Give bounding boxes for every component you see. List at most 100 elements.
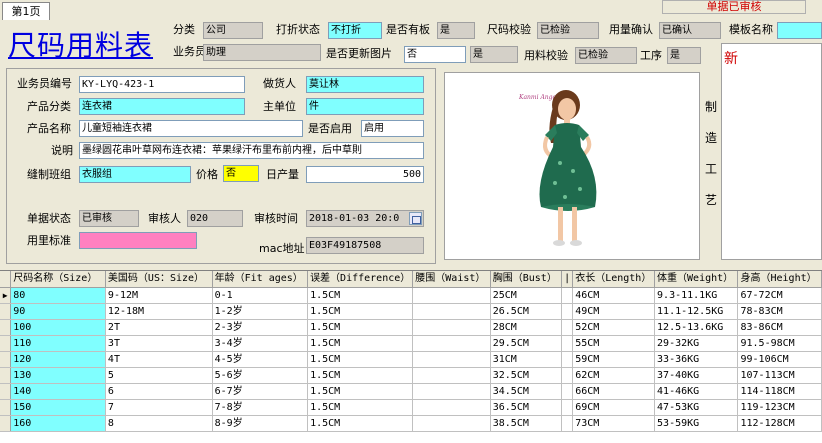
table-cell[interactable]: 37-40KG [654, 367, 739, 384]
current-row-arrow-icon[interactable]: ▶ [0, 287, 12, 304]
table-cell[interactable]: 29.5CM [490, 335, 563, 352]
table-cell[interactable]: 26.5CM [490, 303, 563, 320]
table-cell[interactable]: 8 [105, 415, 213, 432]
table-cell[interactable]: 1-2岁 [212, 303, 309, 320]
table-cell[interactable]: 9.3-11.1KG [654, 287, 739, 304]
has-sample-field[interactable]: 是 [437, 22, 475, 39]
table-cell[interactable] [412, 303, 491, 320]
column-header-bust[interactable]: 胸围（Bust） [490, 271, 563, 288]
column-header-us-size[interactable]: 美国码（US：Size） [105, 271, 213, 288]
table-cell[interactable] [412, 319, 491, 336]
table-cell[interactable]: 78-83CM [737, 303, 822, 320]
table-cell[interactable]: 55CM [572, 335, 656, 352]
process-field[interactable]: 是 [667, 47, 701, 64]
table-cell[interactable]: 1.5CM [307, 415, 414, 432]
calendar-icon[interactable] [409, 212, 422, 225]
category-field[interactable]: 公司 [203, 22, 263, 39]
table-cell[interactable]: 73CM [572, 415, 656, 432]
table-cell[interactable] [412, 383, 491, 400]
table-cell[interactable]: 1.5CM [307, 383, 414, 400]
column-header-height[interactable]: 身高（Height） [737, 271, 822, 288]
product-photo[interactable]: Kanmi Angel [444, 72, 700, 260]
table-cell[interactable]: 99-106CM [737, 351, 822, 368]
table-cell[interactable] [561, 287, 574, 304]
table-cell[interactable]: 46CM [572, 287, 656, 304]
table-row[interactable]: 100 2T 2-3岁 1.5CM 28CM 52CM 12.5-13.6KG 83-86CM [0, 319, 822, 336]
table-cell[interactable]: 6 [105, 383, 213, 400]
table-cell[interactable]: 31CM [490, 351, 563, 368]
review-time-field[interactable]: 2018-01-03 20:0 [306, 210, 424, 227]
table-cell[interactable] [561, 383, 574, 400]
table-cell[interactable] [412, 415, 491, 432]
process-notes-textarea[interactable]: 新 [721, 43, 822, 260]
update-image-field[interactable]: 否 [404, 46, 466, 63]
table-cell[interactable]: 33-36KG [654, 351, 739, 368]
table-cell[interactable] [561, 303, 574, 320]
table-cell[interactable]: 114-118CM [737, 383, 822, 400]
table-cell[interactable]: 25CM [490, 287, 563, 304]
update-image-extra-field[interactable]: 是 [470, 46, 518, 63]
table-cell[interactable]: 80 [10, 287, 106, 304]
maker-field[interactable]: 莫让林 [306, 76, 424, 93]
table-cell[interactable]: 90 [10, 303, 106, 320]
table-cell[interactable]: 110 [10, 335, 106, 352]
table-cell[interactable]: 1.5CM [307, 367, 414, 384]
usage-standard-field[interactable] [79, 232, 197, 249]
table-cell[interactable]: 1.5CM [307, 303, 414, 320]
table-cell[interactable]: 107-113CM [737, 367, 822, 384]
table-cell[interactable]: 7 [105, 399, 213, 416]
table-cell[interactable]: 1.5CM [307, 335, 414, 352]
sewing-group-field[interactable]: 衣服组 [79, 166, 191, 183]
table-cell[interactable]: 2-3岁 [212, 319, 309, 336]
table-cell[interactable] [561, 351, 574, 368]
table-cell[interactable]: 112-128CM [737, 415, 822, 432]
column-header-waist[interactable]: 腰围（Waist） [412, 271, 491, 288]
template-name-field[interactable] [777, 22, 822, 39]
mac-field[interactable]: E03F49187508 [306, 237, 424, 254]
table-row[interactable]: ▶ 80 9-12M 0-1 1.5CM 25CM 46CM 9.3-11.1KG 67-72C… [0, 287, 822, 304]
table-cell[interactable]: 1.5CM [307, 319, 414, 336]
table-cell[interactable]: 160 [10, 415, 106, 432]
table-cell[interactable] [561, 319, 574, 336]
tab-page-1[interactable]: 第1页 [2, 2, 50, 20]
table-cell[interactable]: 119-123CM [737, 399, 822, 416]
row-indicator[interactable] [0, 335, 12, 352]
column-header-size[interactable]: 尺码名称（Size） [10, 271, 106, 288]
column-header-difference[interactable]: 误差（Difference） [307, 271, 414, 288]
table-cell[interactable]: 38.5CM [490, 415, 563, 432]
table-cell[interactable]: 3-4岁 [212, 335, 309, 352]
table-row[interactable]: 160 8 8-9岁 1.5CM 38.5CM 73CM 53-59KG 112-128CM [0, 415, 822, 432]
table-cell[interactable] [561, 415, 574, 432]
table-cell[interactable]: 29-32KG [654, 335, 739, 352]
table-cell[interactable]: 120 [10, 351, 106, 368]
table-cell[interactable]: 12-18M [105, 303, 213, 320]
usage-confirm-field[interactable]: 已确认 [659, 22, 721, 39]
row-indicator[interactable] [0, 351, 12, 368]
table-cell[interactable]: 11.1-12.5KG [654, 303, 739, 320]
salesperson-field[interactable]: 助理 [203, 44, 321, 61]
column-header-narrow[interactable]: | [561, 271, 574, 288]
table-cell[interactable]: 6-7岁 [212, 383, 309, 400]
column-header-length[interactable]: 衣长（Length） [572, 271, 656, 288]
table-row[interactable]: 90 12-18M 1-2岁 1.5CM 26.5CM 49CM 11.1-12.5KG 78… [0, 303, 822, 320]
table-cell[interactable]: 69CM [572, 399, 656, 416]
sales-no-field[interactable]: KY-LYQ-423-1 [79, 76, 245, 93]
description-field[interactable]: 墨绿圆花串叶草网布连衣裙：苹果绿汗布里布前内裡，后中草則 [79, 142, 424, 159]
table-cell[interactable]: 1.5CM [307, 351, 414, 368]
table-cell[interactable]: 5-6岁 [212, 367, 309, 384]
table-cell[interactable]: 5 [105, 367, 213, 384]
table-row[interactable]: 140 6 6-7岁 1.5CM 34.5CM 66CM 41-46KG 114-118CM [0, 383, 822, 400]
table-cell[interactable]: 0-1 [212, 287, 309, 304]
table-cell[interactable]: 7-8岁 [212, 399, 309, 416]
table-cell[interactable]: 32.5CM [490, 367, 563, 384]
table-cell[interactable]: 66CM [572, 383, 656, 400]
column-header-weight[interactable]: 体重（Weight） [654, 271, 739, 288]
table-cell[interactable]: 36.5CM [490, 399, 563, 416]
table-cell[interactable] [561, 367, 574, 384]
table-cell[interactable]: 8-9岁 [212, 415, 309, 432]
table-cell[interactable]: 130 [10, 367, 106, 384]
main-unit-field[interactable]: 件 [306, 98, 424, 115]
row-indicator[interactable] [0, 399, 12, 416]
table-cell[interactable]: 100 [10, 319, 106, 336]
table-cell[interactable] [561, 335, 574, 352]
